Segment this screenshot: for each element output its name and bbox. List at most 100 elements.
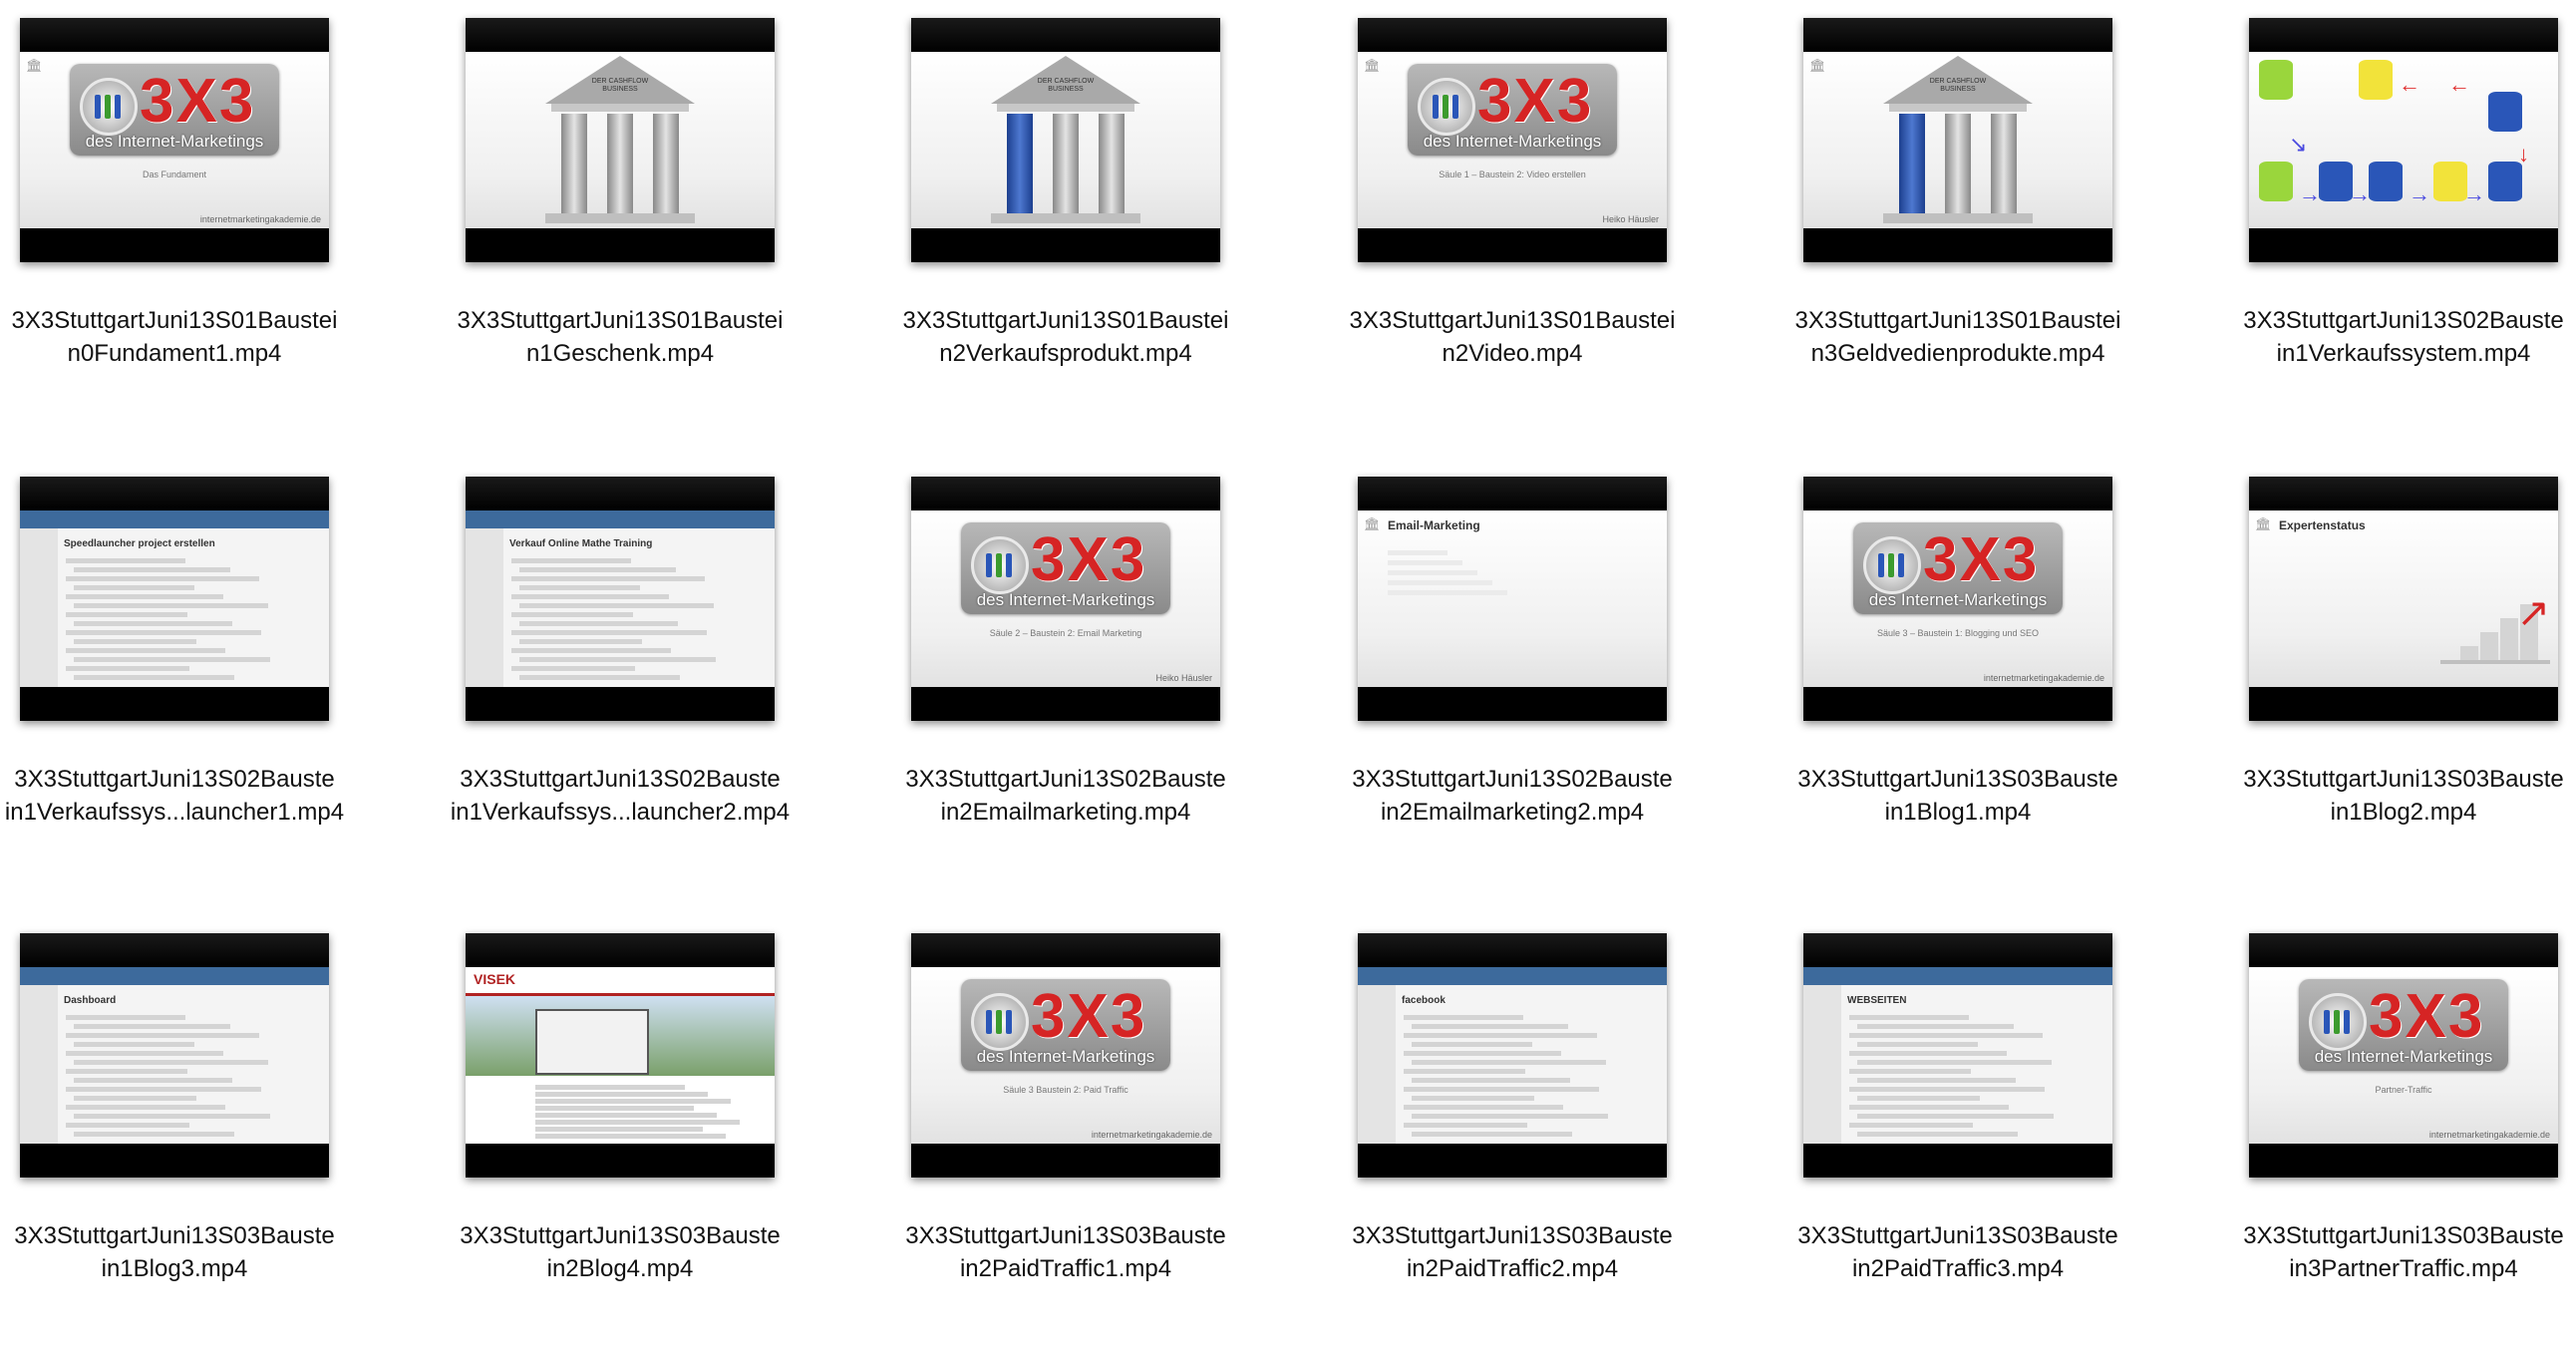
screen-text-line: [1857, 1132, 2018, 1137]
file-item[interactable]: 🏛 Email-Marketing 3X3StuttgartJuni13S02Bau…: [1308, 459, 1707, 897]
file-item[interactable]: Speedlauncher project erstellen 3X3Stuttg…: [0, 459, 369, 897]
video-thumbnail[interactable]: VISEK: [466, 933, 775, 1178]
screen-text-line: [519, 675, 680, 680]
flow-arrow-icon: ←: [2448, 72, 2470, 97]
file-name[interactable]: 3X3StuttgartJuni13S01Baustei n1Geschenk.…: [386, 304, 854, 370]
video-thumbnail[interactable]: DER CASHFLOW BUSINESS: [911, 18, 1220, 262]
file-name[interactable]: 3X3StuttgartJuni13S02Bauste in2Emailmark…: [1278, 763, 1747, 829]
file-item[interactable]: → → → → ← ← ↘ ↓ 3X3StuttgartJuni13S02Bauste in1V…: [2199, 0, 2576, 439]
flow-database-icon: [2369, 162, 2403, 201]
file-name[interactable]: 3X3StuttgartJuni13S02Bauste in1Verkaufss…: [386, 763, 854, 829]
screen-text-line: [1412, 1024, 1568, 1029]
video-thumbnail[interactable]: WEBSEITEN: [1803, 933, 2112, 1178]
screen-text-line: [66, 648, 225, 653]
video-thumbnail[interactable]: Verkauf Online Mathe Training: [466, 477, 775, 721]
video-thumbnail[interactable]: 3X3 des Internet-Marketings Partner-Traffi…: [2249, 933, 2558, 1178]
screen-text-line: [1412, 1078, 1570, 1083]
thumbnail-frame: DER CASHFLOW BUSINESS: [466, 52, 775, 228]
thumbnail-frame: 3X3 des Internet-Marketings Säule 3 – Baus…: [1803, 510, 2112, 687]
video-thumbnail[interactable]: Speedlauncher project erstellen: [20, 477, 329, 721]
screen-text-line: [1404, 1051, 1561, 1056]
temple-beam: [1889, 104, 2027, 112]
file-name[interactable]: 3X3StuttgartJuni13S03Bauste in2PaidTraff…: [1278, 1219, 1747, 1285]
temple-column: [561, 114, 587, 213]
logo-text: 3X3: [1923, 525, 2040, 594]
file-item[interactable]: VISEK 3X3StuttgartJuni13S03Bauste in2Blog…: [416, 915, 814, 1354]
logo-tagline: des Internet-Marketings: [1868, 590, 2048, 609]
file-item[interactable]: 🏛 DER CASHFLOW BUSINESS 3X3StuttgartJuni13…: [1754, 0, 2152, 439]
file-item[interactable]: 🏛 3X3 des Internet-Marketings Säule 1 – Bau…: [1308, 0, 1707, 439]
screen-text-line: [1412, 1060, 1606, 1065]
screen-text-line: [74, 639, 196, 644]
file-name[interactable]: 3X3StuttgartJuni13S03Bauste in3PartnerTr…: [2169, 1219, 2576, 1285]
slide-title: Email-Marketing: [1388, 518, 1480, 532]
video-thumbnail[interactable]: 🏛 3X3 des Internet-Marketings Das Fundament…: [20, 18, 329, 262]
file-name[interactable]: 3X3StuttgartJuni13S01Baustei n3Geldvedie…: [1724, 304, 2192, 370]
file-item[interactable]: facebook 3X3StuttgartJuni13S03Bauste in2P…: [1308, 915, 1707, 1354]
temple-illustration: DER CASHFLOW BUSINESS: [991, 56, 1140, 225]
file-item[interactable]: Verkauf Online Mathe Training 3X3Stuttgar…: [416, 459, 814, 897]
file-name[interactable]: 3X3StuttgartJuni13S03Bauste in2Blog4.mp4: [386, 1219, 854, 1285]
video-thumbnail[interactable]: 🏛 Expertenstatus ↗: [2249, 477, 2558, 721]
file-item[interactable]: 3X3 des Internet-Marketings Partner-Traffi…: [2199, 915, 2576, 1354]
screen-text-line: [511, 558, 631, 563]
screen-text-line: [1404, 1123, 1527, 1128]
file-name[interactable]: 3X3StuttgartJuni13S02Bauste in2Emailmark…: [831, 763, 1300, 829]
video-thumbnail[interactable]: 🏛 DER CASHFLOW BUSINESS: [1803, 18, 2112, 262]
video-thumbnail[interactable]: facebook: [1358, 933, 1667, 1178]
file-item[interactable]: 3X3 des Internet-Marketings Säule 3 – Baus…: [1754, 459, 2152, 897]
video-thumbnail[interactable]: 3X3 des Internet-Marketings Säule 2 – Baus…: [911, 477, 1220, 721]
file-item[interactable]: 3X3 des Internet-Marketings Säule 2 – Baus…: [861, 459, 1260, 897]
file-item[interactable]: 3X3 des Internet-Marketings Säule 3 Bauste…: [861, 915, 1260, 1354]
file-name[interactable]: 3X3StuttgartJuni13S02Bauste in1Verkaufss…: [2169, 304, 2576, 370]
file-item[interactable]: Dashboard 3X3StuttgartJuni13S03Bauste in1…: [0, 915, 369, 1354]
letterbox-bottom: [2249, 687, 2558, 721]
letterbox-top: [20, 477, 329, 510]
file-name[interactable]: 3X3StuttgartJuni13S02Bauste in1Verkaufss…: [0, 763, 409, 829]
flow-arrow-icon: →: [2463, 181, 2485, 206]
screen-header: [1358, 967, 1667, 985]
letterbox-top: [466, 933, 775, 967]
file-name[interactable]: 3X3StuttgartJuni13S01Baustei n0Fundament…: [0, 304, 409, 370]
screen-text-line: [1404, 1105, 1563, 1110]
screen-text-line: [1412, 1096, 1534, 1101]
file-item[interactable]: 🏛 3X3 des Internet-Marketings Das Fundament…: [0, 0, 369, 439]
video-thumbnail[interactable]: 🏛 3X3 des Internet-Marketings Säule 1 – Bau…: [1358, 18, 1667, 262]
site-text-line: [535, 1127, 703, 1132]
file-name[interactable]: 3X3StuttgartJuni13S03Bauste in2PaidTraff…: [1724, 1219, 2192, 1285]
file-name[interactable]: 3X3StuttgartJuni13S03Bauste in1Blog2.mp4: [2169, 763, 2576, 829]
screen-text-line: [66, 1015, 185, 1020]
screen-text-line: [66, 1033, 259, 1038]
logo-emblem-icon: [971, 993, 1029, 1051]
video-thumbnail[interactable]: 🏛 Email-Marketing: [1358, 477, 1667, 721]
file-name[interactable]: 3X3StuttgartJuni13S01Baustei n2Video.mp4: [1278, 304, 1747, 370]
thumbnail-frame: facebook: [1358, 967, 1667, 1144]
site-text-line: [535, 1113, 717, 1118]
file-name[interactable]: 3X3StuttgartJuni13S03Bauste in1Blog3.mp4: [0, 1219, 409, 1285]
file-name[interactable]: 3X3StuttgartJuni13S03Bauste in2PaidTraff…: [831, 1219, 1300, 1285]
video-thumbnail[interactable]: 3X3 des Internet-Marketings Säule 3 – Baus…: [1803, 477, 2112, 721]
file-item[interactable]: DER CASHFLOW BUSINESS 3X3StuttgartJuni13S…: [416, 0, 814, 439]
screen-text-line: [519, 639, 642, 644]
file-name[interactable]: 3X3StuttgartJuni13S01Baustei n2Verkaufsp…: [831, 304, 1300, 370]
video-thumbnail[interactable]: Dashboard: [20, 933, 329, 1178]
file-name[interactable]: 3X3StuttgartJuni13S03Bauste in1Blog1.mp4: [1724, 763, 2192, 829]
screen-text-line: [66, 630, 261, 635]
logo-text: 3X3: [140, 67, 256, 136]
letterbox-top: [466, 477, 775, 510]
screen-text-line: [74, 1114, 270, 1119]
video-thumbnail[interactable]: 3X3 des Internet-Marketings Säule 3 Bauste…: [911, 933, 1220, 1178]
file-item[interactable]: WEBSEITEN 3X3StuttgartJuni13S03Bauste in2…: [1754, 915, 2152, 1354]
video-thumbnail[interactable]: → → → → ← ← ↘ ↓: [2249, 18, 2558, 262]
thumbnail-frame: 3X3 des Internet-Marketings Partner-Traffi…: [2249, 967, 2558, 1144]
screen-text-line: [74, 1078, 232, 1083]
letterbox-bottom: [20, 228, 329, 262]
file-item[interactable]: DER CASHFLOW BUSINESS 3X3StuttgartJuni13S…: [861, 0, 1260, 439]
video-thumbnail[interactable]: DER CASHFLOW BUSINESS: [466, 18, 775, 262]
letterbox-top: [1358, 18, 1667, 52]
house-shape: [535, 1009, 649, 1075]
logo-text: 3X3: [2369, 982, 2485, 1051]
file-item[interactable]: 🏛 Expertenstatus ↗ 3X3StuttgartJuni13S03Bau…: [2199, 459, 2576, 897]
pillar-icon: 🏛: [2255, 516, 2272, 531]
screen-header: [466, 510, 775, 528]
